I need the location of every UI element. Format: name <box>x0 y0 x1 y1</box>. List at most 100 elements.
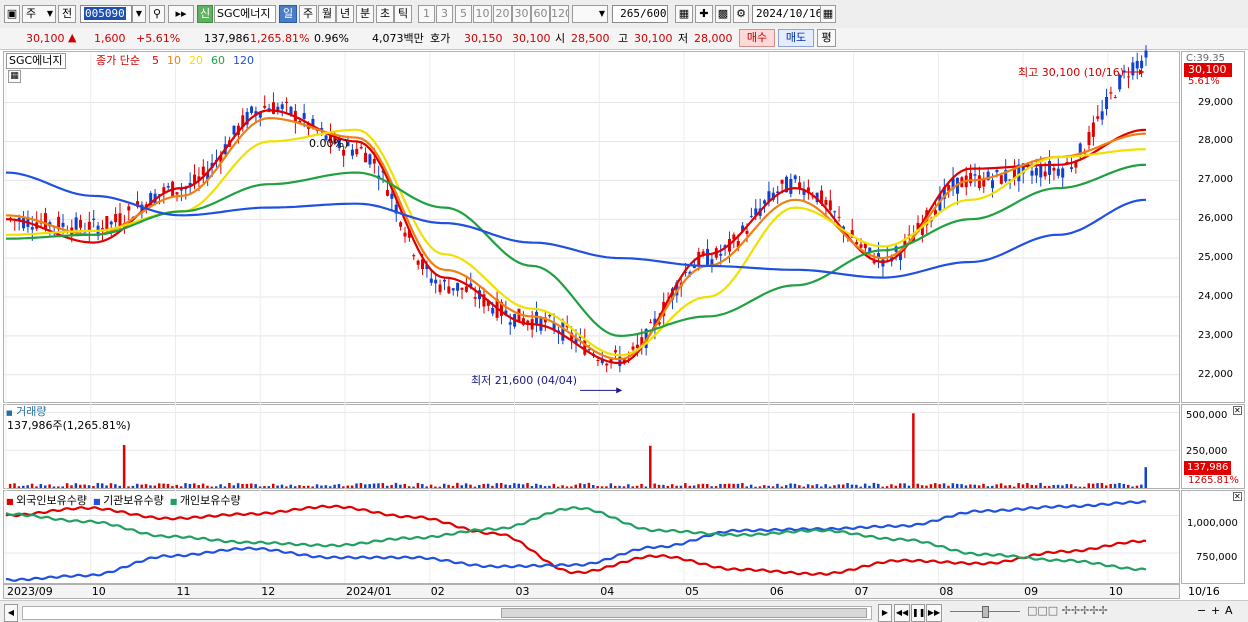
interval-button-3[interactable]: 3 <box>436 5 453 23</box>
period-select[interactable]: 주 ▼ <box>22 5 56 23</box>
volume-close-icon[interactable]: ✕ <box>1233 406 1242 415</box>
holdings-tick-1: 1,000,000 <box>1187 518 1238 529</box>
tools-icon[interactable]: □□□ ✢✢✢✢✢ <box>1027 604 1108 618</box>
scroll-right-icon[interactable]: ▶ <box>878 604 892 622</box>
price-tick-28000: 28,000 <box>1198 135 1233 147</box>
interval-button-30[interactable]: 30 <box>512 5 531 23</box>
interval-dropdown[interactable]: ▼ <box>572 5 608 23</box>
legend-ma-prefix: 종가 단순 <box>96 54 140 67</box>
interval-button-1[interactable]: 1 <box>418 5 435 23</box>
volume-tick-2: 250,000 <box>1186 446 1228 457</box>
period-tab-5[interactable]: 초 <box>376 5 394 23</box>
volume-value: 137,986 <box>204 32 250 45</box>
price-tick-23000: 23,000 <box>1198 329 1233 341</box>
window-menu-icon[interactable]: ▣ <box>4 5 20 23</box>
table-toggle-icon[interactable]: ▦ <box>8 70 21 83</box>
square-icon: ■ <box>6 497 17 506</box>
legend-ma-120[interactable]: 120 <box>233 54 254 67</box>
x-axis-label-2: 11 <box>176 585 191 598</box>
search-icon[interactable]: ⚲ <box>149 5 165 23</box>
period-tab-3[interactable]: 년 <box>336 5 354 23</box>
period-tab-6[interactable]: 틱 <box>394 5 412 23</box>
grid-tool-icon[interactable]: ▦ <box>675 5 693 23</box>
high-annotation: 최고 30,100 (10/16) <box>1018 66 1125 79</box>
speaker-icon[interactable]: ▸▸ <box>168 5 194 23</box>
crosshair-icon[interactable]: ✚ <box>695 5 713 23</box>
holdings-axis <box>1181 490 1245 584</box>
scrollbar-thumb[interactable] <box>501 608 867 618</box>
interval-button-120[interactable]: 120 <box>550 5 569 23</box>
zoom-in-icon[interactable]: + <box>1211 604 1220 618</box>
x-axis-label-0: 2023/09 <box>7 585 53 598</box>
gear-icon[interactable]: ⚙ <box>733 5 749 23</box>
volume-title: ■ 거래량 <box>6 405 47 420</box>
price-tick-29000: 29,000 <box>1198 96 1233 108</box>
holdings-legend-label: 개인보유수량 <box>179 494 241 507</box>
zoom-out-icon[interactable]: − <box>1197 604 1206 618</box>
stock-name-field[interactable]: SGC에너지 <box>214 5 276 23</box>
horizontal-scrollbar[interactable] <box>22 606 872 620</box>
fast-forward-icon[interactable]: ▶▶ <box>926 604 942 622</box>
chevron-down-icon: ▼ <box>46 9 53 18</box>
code-dropdown-icon[interactable]: ▼ <box>132 5 146 23</box>
stock-code-value: 005090 <box>84 7 126 20</box>
save-icon[interactable]: ▩ <box>715 5 731 23</box>
interval-button-20[interactable]: 20 <box>493 5 512 23</box>
period-select-value: 주 <box>26 7 37 20</box>
chevron-down-icon: ▼ <box>598 9 605 18</box>
bid-price-1: 30,150 <box>464 32 503 45</box>
x-axis-label-12: 09 <box>1024 585 1039 598</box>
stock-code-input[interactable]: 005090 <box>80 5 132 23</box>
price-panel[interactable] <box>3 51 1180 403</box>
current-price: 30,100 <box>26 32 65 45</box>
volume-title-label: 거래량 <box>16 405 47 418</box>
interval-button-10[interactable]: 10 <box>473 5 492 23</box>
last-price-pct: 5.61% <box>1188 76 1220 87</box>
count-input[interactable]: 265/600 <box>612 5 668 23</box>
high-label: 고 <box>618 32 629 45</box>
holdings-legend-item-2[interactable]: ■ 개인보유수량 <box>170 494 241 507</box>
period-tab-2[interactable]: 월 <box>318 5 336 23</box>
pause-icon[interactable]: ❚❚ <box>911 604 925 622</box>
low-label: 저 <box>678 32 689 45</box>
holdings-close-icon[interactable]: ✕ <box>1233 492 1242 501</box>
interval-button-5[interactable]: 5 <box>455 5 472 23</box>
flat-button[interactable]: 평 <box>817 29 836 47</box>
open-label: 시 <box>555 32 566 45</box>
date-input[interactable]: 2024/10/16 <box>752 5 822 23</box>
legend-stock-name: SGC에너지 <box>6 53 66 69</box>
zoom-slider-handle[interactable] <box>982 606 989 618</box>
price-tick-24000: 24,000 <box>1198 291 1233 302</box>
text-size-icon[interactable]: A <box>1225 604 1233 618</box>
rewind-icon[interactable]: ◀◀ <box>894 604 910 622</box>
up-arrow-icon: ▲ <box>68 31 77 44</box>
holdings-legend-item-1[interactable]: ■ 기관보유수량 <box>93 494 164 507</box>
holdings-legend: ■ 외국인보유수량 ■ 기관보유수량 ■ 개인보유수량 <box>6 492 247 508</box>
holdings-legend-item-0[interactable]: ■ 외국인보유수량 <box>6 494 87 507</box>
prev-button[interactable]: 전 <box>58 5 76 23</box>
volume-tick-1: 500,000 <box>1186 410 1228 421</box>
holdings-legend-label: 외국인보유수량 <box>16 494 87 507</box>
bid-label: 호가 <box>430 32 451 45</box>
period-tab-0[interactable]: 일 <box>279 5 297 23</box>
x-axis-label-11: 08 <box>939 585 954 598</box>
turnover-pct: 0.96% <box>314 32 349 45</box>
legend-ma-20[interactable]: 20 <box>189 54 203 67</box>
buy-button[interactable]: 매수 <box>739 29 775 47</box>
price-change: 1,600 <box>94 32 126 45</box>
legend-ma-10[interactable]: 10 <box>167 54 181 67</box>
x-axis-label-9: 06 <box>769 585 784 598</box>
sell-button-label: 매도 <box>785 31 807 44</box>
scroll-left-icon[interactable]: ◀ <box>4 604 18 622</box>
prev-button-label: 전 <box>61 7 73 20</box>
period-tab-1[interactable]: 주 <box>299 5 317 23</box>
volume-panel[interactable] <box>3 404 1180 489</box>
legend-ma-5[interactable]: 5 <box>152 54 159 67</box>
period-tab-4[interactable]: 분 <box>356 5 374 23</box>
sell-button[interactable]: 매도 <box>778 29 814 47</box>
date-value: 2024/10/16 <box>756 7 822 20</box>
x-axis-label-7: 04 <box>600 585 615 598</box>
interval-button-60[interactable]: 60 <box>531 5 550 23</box>
calendar-icon[interactable]: ▦ <box>820 5 836 23</box>
legend-ma-60[interactable]: 60 <box>211 54 225 67</box>
